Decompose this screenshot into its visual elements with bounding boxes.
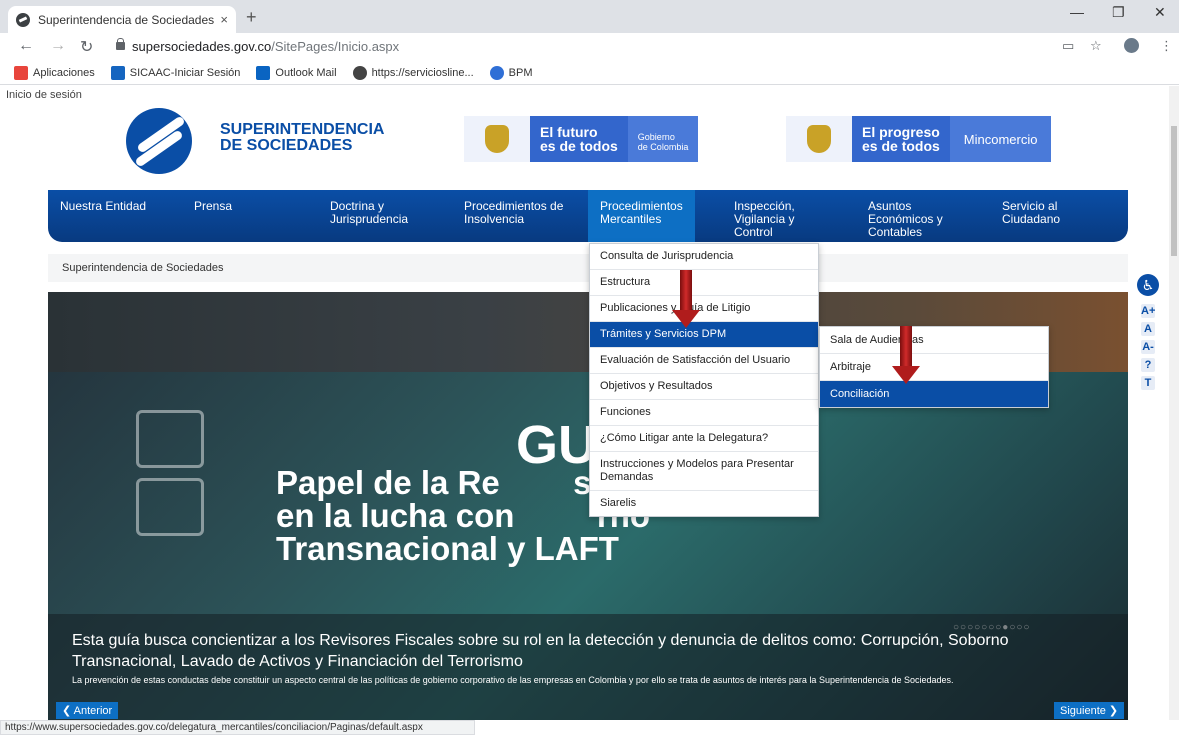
url-field[interactable]: supersociedades.gov.co/SitePages/Inicio.…: [112, 36, 1112, 58]
users-icon: [136, 546, 204, 604]
menu-item-jurisprudencia[interactable]: Consulta de Jurisprudencia: [590, 244, 818, 270]
nav-inspeccion[interactable]: Inspección, Vigilancia y Control: [734, 200, 795, 239]
tab-title: Superintendencia de Sociedades: [38, 12, 215, 27]
puzzle-icon: [136, 478, 204, 536]
bookmarks-bar: Aplicaciones SICAAC-Iniciar Sesión Outlo…: [0, 61, 1179, 85]
gobierno-colombia-banner[interactable]: El futuro es de todos Gobierno de Colombia: [464, 116, 699, 162]
address-bar-row: ← → ↻ supersociedades.gov.co/SitePages/I…: [0, 33, 1179, 61]
url-path: /SitePages/Inicio.aspx: [271, 39, 400, 54]
menu-item-tramites[interactable]: Trámites y Servicios DPM: [590, 322, 818, 348]
red-arrow-down-icon: [892, 326, 920, 384]
carousel-next-button[interactable]: Siguiente ❯: [1054, 702, 1125, 719]
restore-icon[interactable]: ❐: [1112, 4, 1125, 21]
globe-icon: [352, 65, 367, 80]
bpm-icon: [489, 65, 504, 80]
page-scrollbar[interactable]: [1169, 86, 1179, 720]
outlook-icon: [256, 65, 271, 80]
nav-prensa[interactable]: Prensa: [194, 200, 232, 213]
hero-caption: Esta guía busca concientizar a los Revis…: [48, 614, 1128, 720]
menu-item-como-litigar[interactable]: ¿Cómo Litigar ante la Delegatura?: [590, 426, 818, 452]
url-host: supersociedades.gov.co: [132, 39, 272, 54]
apps-grid-icon: [14, 65, 28, 80]
brand-name[interactable]: SUPERINTENDENCIA DE SOCIEDADES: [220, 122, 384, 154]
nav-doctrina[interactable]: Doctrina y Jurisprudencia: [330, 200, 408, 226]
nav-asuntos[interactable]: Asuntos Económicos y Contables: [868, 200, 943, 239]
reload-icon[interactable]: ↻: [80, 37, 93, 57]
main-navigation: Nuestra Entidad Prensa Doctrina y Jurispr…: [48, 190, 1128, 242]
bookmark-servicios[interactable]: https://serviciosline...: [352, 65, 474, 80]
nav-nuestra-entidad[interactable]: Nuestra Entidad: [60, 200, 146, 213]
new-tab-button[interactable]: +: [246, 7, 257, 28]
menu-item-estructura[interactable]: Estructura: [590, 270, 818, 296]
red-arrow-down-icon: [672, 270, 700, 328]
bookmark-star-icon[interactable]: ☆: [1090, 38, 1102, 54]
colombia-shield-icon: [786, 116, 852, 162]
font-increase-icon[interactable]: A+: [1141, 304, 1155, 318]
nav-mercantiles[interactable]: Procedimientos Mercantiles: [588, 190, 695, 242]
minimize-icon[interactable]: —: [1070, 4, 1084, 20]
forward-icon[interactable]: →: [50, 37, 66, 55]
status-bar-url: https://www.supersociedades.gov.co/deleg…: [0, 720, 475, 735]
tramites-submenu: Sala de Audiencias Arbitraje Conciliació…: [819, 326, 1049, 408]
menu-item-siarelis[interactable]: Siarelis: [590, 491, 818, 516]
submenu-item-sala-audiencias[interactable]: Sala de Audiencias: [820, 327, 1048, 354]
window-close-icon[interactable]: ✕: [1154, 4, 1166, 21]
font-decrease-icon[interactable]: A-: [1141, 340, 1155, 354]
carousel-prev-button[interactable]: ❮ Anterior: [56, 702, 119, 719]
profile-avatar[interactable]: [1124, 38, 1139, 53]
bookmark-bpm[interactable]: BPM: [489, 65, 533, 80]
menu-item-instrucciones[interactable]: Instrucciones y Modelos para Presentar D…: [590, 452, 818, 491]
people-group-icon: [136, 410, 204, 468]
nav-insolvencia[interactable]: Procedimientos de Insolvencia: [464, 200, 563, 226]
breadcrumb[interactable]: Superintendencia de Sociedades: [48, 254, 1128, 282]
lock-icon: [116, 38, 125, 50]
mercantiles-dropdown: Consulta de Jurisprudencia Estructura Pu…: [589, 243, 819, 517]
bookmark-outlook[interactable]: Outlook Mail: [256, 65, 337, 80]
bookmark-apps[interactable]: Aplicaciones: [14, 65, 95, 80]
menu-item-funciones[interactable]: Funciones: [590, 400, 818, 426]
site-header: SUPERINTENDENCIA DE SOCIEDADES El futuro…: [48, 100, 1128, 190]
supersociedades-logo-icon[interactable]: [126, 108, 192, 174]
wheelchair-icon[interactable]: ♿: [1137, 274, 1159, 296]
mincomercio-banner[interactable]: El progreso es de todos Mincomercio: [786, 116, 1052, 162]
accessibility-toolbar: ♿ A+ A A- ? T: [1137, 274, 1161, 394]
nav-servicio[interactable]: Servicio al Ciudadano: [1002, 200, 1060, 226]
menu-item-objetivos[interactable]: Objetivos y Resultados: [590, 374, 818, 400]
font-normal-icon[interactable]: A: [1141, 322, 1155, 336]
browser-tab[interactable]: Superintendencia de Sociedades ×: [8, 6, 236, 33]
sicaac-icon: [110, 65, 125, 80]
menu-item-publicaciones[interactable]: Publicaciones y Guía de Litigio: [590, 296, 818, 322]
submenu-item-arbitraje[interactable]: Arbitraje: [820, 354, 1048, 381]
submenu-item-conciliacion[interactable]: Conciliación: [820, 381, 1048, 407]
contrast-icon[interactable]: T: [1141, 376, 1155, 390]
browser-tab-bar: Superintendencia de Sociedades × + — ❐ ✕: [0, 0, 1179, 33]
help-icon[interactable]: ?: [1141, 358, 1155, 372]
menu-item-evaluacion[interactable]: Evaluación de Satisfacción del Usuario: [590, 348, 818, 374]
tab-close-icon[interactable]: ×: [220, 12, 228, 27]
menu-kebab-icon[interactable]: ⋮: [1160, 38, 1173, 54]
colombia-shield-icon: [464, 116, 530, 162]
back-icon[interactable]: ←: [18, 37, 34, 55]
bookmark-sicaac[interactable]: SICAAC-Iniciar Sesión: [110, 65, 240, 80]
cast-icon[interactable]: ▭: [1062, 38, 1074, 54]
site-favicon-icon: [16, 12, 30, 27]
